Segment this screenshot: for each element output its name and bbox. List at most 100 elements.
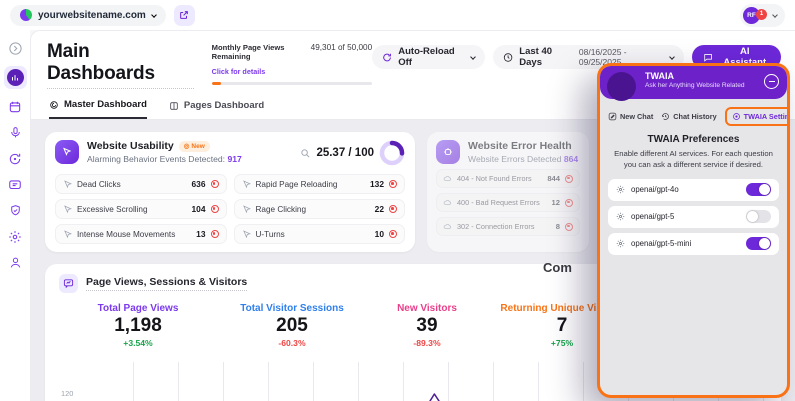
alert-dot-icon <box>211 230 219 238</box>
y-tick-120: 120 <box>61 389 73 398</box>
chart-bubble-icon <box>63 278 74 289</box>
sidebar-item-sync[interactable] <box>7 150 24 167</box>
twaia-title: TWAIA <box>645 71 779 81</box>
cursor-click-icon <box>300 148 311 159</box>
ai-services-list: openai/gpt-4o openai/gpt-5 openai/gpt-5-… <box>608 179 779 255</box>
bug-icon <box>442 146 454 158</box>
website-selector[interactable]: yourwebsitename.com <box>10 5 166 26</box>
cursor-box-icon <box>61 146 73 158</box>
tab-twaia-settings[interactable]: TWAIA Settings <box>725 107 790 126</box>
chevron-down-icon <box>151 12 157 18</box>
toggle-gpt-5[interactable] <box>746 210 771 223</box>
website-usability-card: Website Usability ◎ New Alarming Behavio… <box>45 132 415 252</box>
gear-icon <box>616 239 625 248</box>
errors-count: 864 <box>564 154 578 164</box>
cursor-icon <box>242 180 251 189</box>
sidebar-item-voice[interactable] <box>7 124 24 141</box>
metric-row-rage-clicking[interactable]: Rage Clicking22 <box>234 199 406 219</box>
usability-card-icon <box>55 140 79 164</box>
usage-details-link[interactable]: Click for details <box>212 67 266 76</box>
cursor-icon <box>63 180 72 189</box>
preferences-title: TWAIA Preferences <box>600 134 787 145</box>
usage-value: 49,301 of 50,000 <box>311 43 372 52</box>
sidebar-item-sessions[interactable] <box>7 176 24 193</box>
sidebar-item-security[interactable] <box>7 202 24 219</box>
error-row-404[interactable]: 404 - Not Found Errors844 <box>436 169 580 188</box>
account-menu[interactable]: RF 1 <box>740 4 785 27</box>
service-row-gpt-5: openai/gpt-5 <box>608 206 779 228</box>
twaia-avatar <box>607 72 636 101</box>
twaia-header: TWAIA Ask her Anything Website Related <box>600 66 787 99</box>
metric-row-rapid-reloading[interactable]: Rapid Page Reloading132 <box>234 174 406 194</box>
toggle-gpt-4o[interactable] <box>746 183 771 196</box>
alert-dot-icon <box>565 199 573 207</box>
sidebar-item-calendar[interactable] <box>7 98 24 115</box>
site-favicon-icon <box>20 9 32 21</box>
open-site-button[interactable] <box>174 5 195 26</box>
clock-icon <box>503 52 513 63</box>
tab-pages-dashboard[interactable]: Pages Dashboard <box>169 99 264 119</box>
preferences-description: Enable different AI services. For each q… <box>612 149 775 171</box>
tab-chat-history[interactable]: Chat History <box>661 112 716 121</box>
tab-new-chat[interactable]: New Chat <box>608 112 653 121</box>
website-error-health-card: Website Error Health Website Errors Dete… <box>427 132 589 252</box>
chevron-down-icon <box>669 54 675 60</box>
sync-icon <box>8 152 22 166</box>
error-title: Website Error Health <box>468 140 578 152</box>
monitor-chat-icon <box>8 178 22 192</box>
alert-dot-icon <box>211 180 219 188</box>
cloud-icon <box>443 198 452 207</box>
minimize-button[interactable] <box>764 74 779 89</box>
stat-total-visitor-sessions: Total Visitor Sessions 205 -60.3% <box>217 303 367 348</box>
error-row-302[interactable]: 302 - Connection Errors8 <box>436 217 580 236</box>
tab-master-dashboard[interactable]: Master Dashboard <box>49 99 147 119</box>
usability-subtitle: Alarming Behavior Events Detected: 917 <box>87 154 242 164</box>
usability-score-donut <box>379 140 405 166</box>
external-link-icon <box>179 10 189 20</box>
service-row-gpt-4o: openai/gpt-4o <box>608 179 779 201</box>
refresh-icon <box>382 52 392 63</box>
alert-dot-icon <box>211 205 219 213</box>
alert-dot-icon <box>389 180 397 188</box>
gear-icon <box>616 185 625 194</box>
avatar: RF 1 <box>743 7 760 24</box>
metric-row-u-turns[interactable]: U-Turns10 <box>234 224 406 244</box>
error-subtitle: Website Errors Detected 864 <box>468 154 578 164</box>
events-count: 917 <box>227 154 241 164</box>
auto-reload-toggle[interactable]: Auto-Reload Off <box>372 45 485 69</box>
sidebar-item-dashboard[interactable] <box>4 66 27 89</box>
microphone-icon <box>9 126 22 139</box>
stat-total-page-views: Total Page Views 1,198 +3.54% <box>59 303 217 348</box>
error-row-400[interactable]: 400 - Bad Request Errors12 <box>436 193 580 212</box>
stats-section-icon <box>59 274 78 293</box>
gear-icon <box>8 230 22 244</box>
metric-row-dead-clicks[interactable]: Dead Clicks636 <box>55 174 227 194</box>
notification-badge: 1 <box>756 9 767 20</box>
top-bar: yourwebsitename.com RF 1 <box>0 0 795 30</box>
stats-section-title: Page Views, Sessions & Visitors <box>86 276 247 291</box>
shield-check-icon <box>9 204 22 217</box>
gear-icon <box>616 212 625 221</box>
settings-target-icon <box>732 112 741 121</box>
twaia-assistant-panel: TWAIA Ask her Anything Website Related N… <box>597 63 790 398</box>
cloud-icon <box>443 174 452 183</box>
usage-progress-bar <box>212 82 372 85</box>
toggle-gpt-5-mini[interactable] <box>746 237 771 250</box>
sidebar-item-settings[interactable] <box>7 228 24 245</box>
metric-row-intense-mouse[interactable]: Intense Mouse Movements13 <box>55 224 227 244</box>
metric-row-excessive-scrolling[interactable]: Excessive Scrolling104 <box>55 199 227 219</box>
new-badge: ◎ New <box>179 141 210 152</box>
usage-meter: Monthly Page Views Remaining 49,301 of 5… <box>212 41 372 85</box>
cursor-icon <box>63 205 72 214</box>
usage-label: Monthly Page Views Remaining <box>212 43 307 61</box>
dashboard-icon <box>10 73 20 83</box>
history-icon <box>661 112 670 121</box>
twaia-subtitle: Ask her Anything Website Related <box>645 82 779 89</box>
page-title: Main Dashboards <box>47 41 194 89</box>
chevron-down-icon <box>772 12 778 18</box>
calendar-icon <box>8 100 22 114</box>
sidebar-expand-icon[interactable] <box>7 40 24 57</box>
usability-title: Website Usability <box>87 140 174 152</box>
sidebar-item-account[interactable] <box>7 254 24 271</box>
service-row-gpt-5-mini: openai/gpt-5-mini <box>608 233 779 255</box>
